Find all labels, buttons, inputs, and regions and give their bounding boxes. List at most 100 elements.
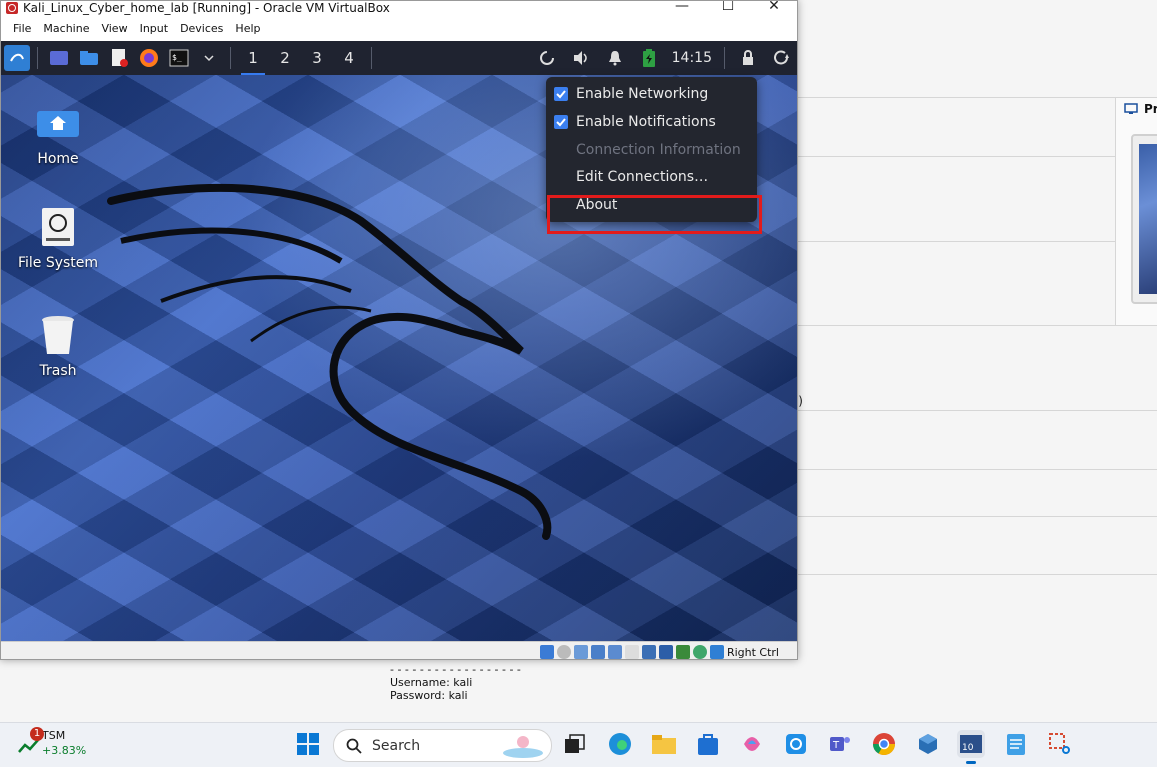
windows-taskbar: 1 TSM +3.83% Search T 10 bbox=[0, 722, 1157, 767]
menu-item-label: Connection Information bbox=[576, 142, 741, 158]
divider bbox=[798, 574, 1157, 575]
vm-window: Kali_Linux_Cyber_home_lab [Running] - Or… bbox=[0, 0, 798, 660]
divider bbox=[798, 516, 1157, 517]
window-titlebar[interactable]: Kali_Linux_Cyber_home_lab [Running] - Or… bbox=[1, 1, 797, 15]
firefox-icon[interactable] bbox=[134, 43, 164, 73]
note-line: Username: kali bbox=[390, 676, 473, 689]
text-editor-icon[interactable] bbox=[104, 43, 134, 73]
stock-widget[interactable]: 1 TSM +3.83% bbox=[18, 727, 87, 758]
audio-icon[interactable] bbox=[573, 645, 588, 659]
kali-menu-icon bbox=[4, 45, 30, 71]
menu-item-enable-notifications[interactable]: Enable Notifications bbox=[546, 108, 757, 136]
note-line: - - - - - - - - - - - - - - - - - - bbox=[390, 663, 521, 676]
usb-icon[interactable] bbox=[607, 645, 622, 659]
stock-change: +3.83% bbox=[42, 744, 87, 757]
menu-file[interactable]: File bbox=[7, 22, 37, 35]
guest-additions-icon[interactable] bbox=[692, 645, 707, 659]
desktop-icon-trash[interactable]: Trash bbox=[8, 313, 108, 379]
svg-text:10: 10 bbox=[962, 743, 974, 753]
preview-title: Pr bbox=[1124, 102, 1157, 116]
host-key-label: Right Ctrl bbox=[726, 645, 779, 659]
workspace-3[interactable]: 3 bbox=[301, 41, 333, 75]
guest-display[interactable]: $_ 1 2 3 4 14:15 Home File System Trash … bbox=[1, 41, 797, 641]
hard-disk-icon[interactable] bbox=[539, 645, 554, 659]
cortana-icon[interactable] bbox=[782, 730, 810, 758]
divider bbox=[798, 469, 1157, 470]
divider bbox=[798, 97, 1157, 98]
virtualbox-vm-window-icon[interactable]: 10 bbox=[957, 730, 985, 758]
workspace-4[interactable]: 4 bbox=[333, 41, 365, 75]
window-controls: — ☐ ✕ bbox=[659, 1, 797, 17]
note-line: Password: kali bbox=[390, 689, 468, 702]
vm-preview-thumbnail[interactable] bbox=[1131, 134, 1157, 304]
menu-devices[interactable]: Devices bbox=[174, 22, 229, 35]
workspace-1[interactable]: 1 bbox=[237, 41, 269, 75]
network-adapter-icon[interactable] bbox=[590, 645, 605, 659]
menu-item-edit-connections[interactable]: Edit Connections… bbox=[546, 163, 757, 191]
chrome-icon[interactable] bbox=[870, 730, 898, 758]
close-button[interactable]: ✕ bbox=[751, 1, 797, 17]
display-icon[interactable] bbox=[641, 645, 656, 659]
windows-logo-icon bbox=[297, 733, 319, 755]
app-menu-button[interactable] bbox=[1, 43, 31, 73]
show-desktop-icon[interactable] bbox=[44, 43, 74, 73]
notepad-icon[interactable] bbox=[1002, 730, 1030, 758]
copilot-icon[interactable] bbox=[738, 730, 766, 758]
lock-icon[interactable] bbox=[731, 41, 765, 75]
menu-item-label: Edit Connections… bbox=[576, 169, 709, 185]
desktop-icon-label: Trash bbox=[39, 363, 77, 379]
trash-icon bbox=[36, 313, 80, 357]
menu-view[interactable]: View bbox=[95, 22, 133, 35]
search-placeholder: Search bbox=[372, 737, 421, 754]
shared-folders-icon[interactable] bbox=[624, 645, 639, 659]
volume-icon[interactable] bbox=[564, 41, 598, 75]
search-icon bbox=[346, 738, 362, 754]
checkbox-checked-icon bbox=[554, 87, 568, 101]
power-icon[interactable] bbox=[765, 41, 797, 75]
battery-icon[interactable] bbox=[632, 41, 666, 75]
notification-bell-icon[interactable] bbox=[598, 41, 632, 75]
menu-item-enable-networking[interactable]: Enable Networking bbox=[546, 80, 757, 108]
mouse-integration-icon[interactable] bbox=[709, 645, 724, 659]
svg-text:$_: $_ bbox=[172, 53, 182, 62]
network-icon[interactable] bbox=[530, 41, 564, 75]
virtualbox-icon[interactable] bbox=[914, 730, 942, 758]
menu-item-connection-information: Connection Information bbox=[546, 136, 757, 164]
divider bbox=[798, 325, 1157, 326]
panel-clock[interactable]: 14:15 bbox=[666, 50, 718, 66]
teams-icon[interactable]: T bbox=[826, 730, 854, 758]
divider bbox=[798, 241, 1157, 242]
monitor-icon bbox=[1124, 103, 1138, 114]
maximize-button[interactable]: ☐ bbox=[705, 1, 751, 17]
start-button[interactable] bbox=[294, 730, 322, 758]
home-folder-icon bbox=[36, 101, 80, 145]
desktop-icon-file-system[interactable]: File System bbox=[8, 205, 108, 271]
cpu-icon[interactable] bbox=[675, 645, 690, 659]
notification-badge: 1 bbox=[30, 727, 44, 741]
optical-drive-icon[interactable] bbox=[556, 645, 571, 659]
recording-icon[interactable] bbox=[658, 645, 673, 659]
microsoft-store-icon[interactable] bbox=[694, 730, 722, 758]
menu-help[interactable]: Help bbox=[229, 22, 266, 35]
task-view-icon[interactable] bbox=[561, 730, 589, 758]
menu-input[interactable]: Input bbox=[134, 22, 174, 35]
kali-dragon-logo bbox=[107, 183, 552, 540]
file-manager-icon[interactable] bbox=[74, 43, 104, 73]
chevron-down-icon[interactable] bbox=[194, 43, 224, 73]
workspace-2[interactable]: 2 bbox=[269, 41, 301, 75]
window-title: Kali_Linux_Cyber_home_lab [Running] - Or… bbox=[23, 1, 390, 15]
terminal-icon[interactable]: $_ bbox=[164, 43, 194, 73]
minimize-button[interactable]: — bbox=[659, 1, 705, 17]
edge-icon[interactable] bbox=[606, 730, 634, 758]
virtualbox-icon bbox=[6, 2, 18, 14]
active-app-indicator bbox=[966, 761, 976, 764]
desktop-icon-home[interactable]: Home bbox=[8, 101, 108, 167]
divider bbox=[798, 156, 1157, 157]
vm-statusbar: Right Ctrl bbox=[1, 641, 797, 659]
taskbar-search-box[interactable]: Search bbox=[333, 729, 552, 762]
stock-symbol: TSM bbox=[42, 729, 66, 742]
file-explorer-icon[interactable] bbox=[650, 730, 678, 758]
desktop-icon-label: File System bbox=[17, 255, 99, 271]
snipping-tool-icon[interactable] bbox=[1046, 730, 1074, 758]
menu-machine[interactable]: Machine bbox=[37, 22, 95, 35]
